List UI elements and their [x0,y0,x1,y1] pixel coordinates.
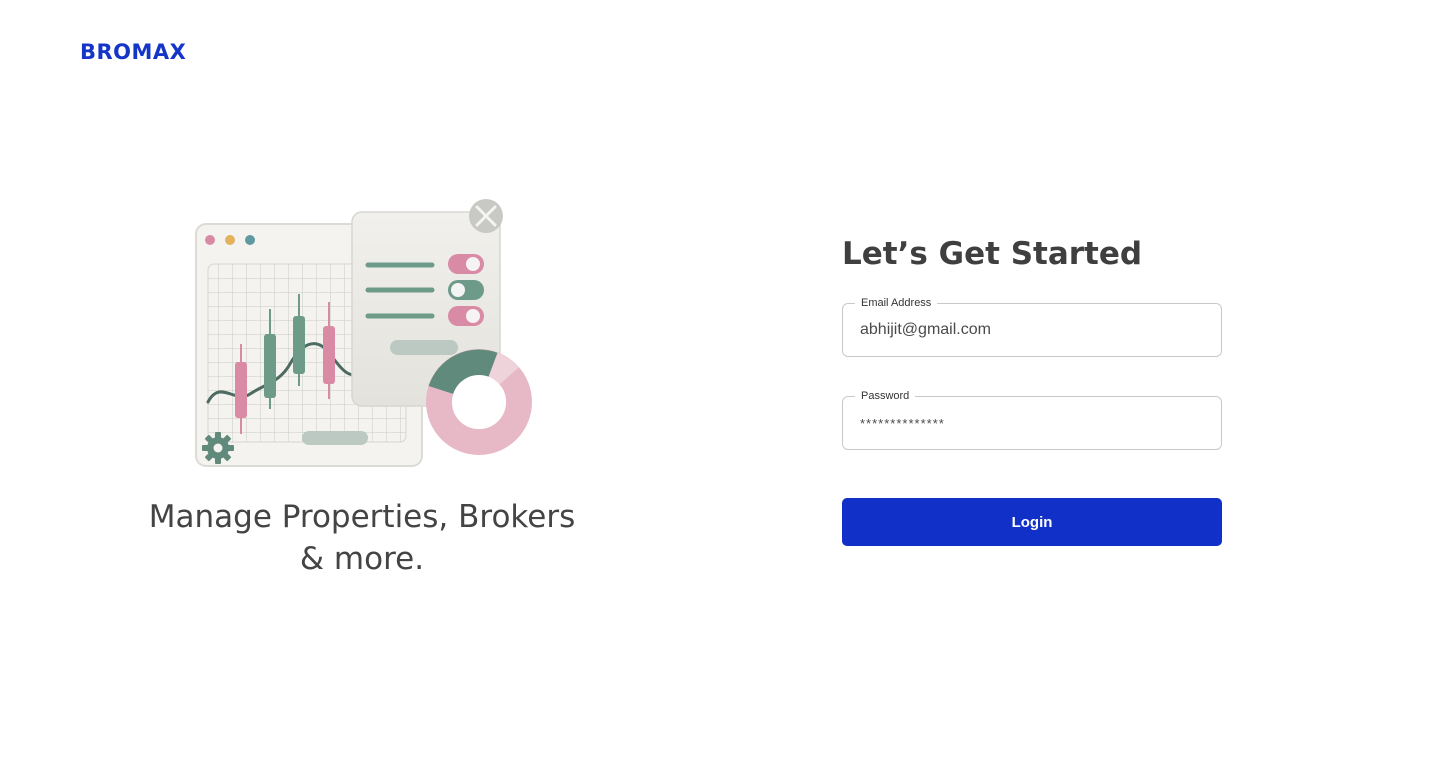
hero-tagline-line2: & more. [299,541,425,577]
brand-logo[interactable]: BROMAX [80,40,186,64]
email-field-container: Email Address [842,296,1222,357]
login-page: BROMAX Manage Properties, Brokers & more… [0,0,1440,780]
hero-tagline-line1: Manage Properties, Brokers [148,499,576,535]
trading-dashboard-illustration [195,199,532,467]
password-field-container: Password [842,389,1222,450]
hero-tagline: Manage Properties, Brokers & more. [112,496,612,580]
form-title: Let’s Get Started [842,236,1143,272]
email-field[interactable] [843,304,1221,356]
login-form: Let’s Get Started Email Address Password… [842,234,1222,546]
login-button[interactable]: Login [842,498,1222,546]
password-field[interactable] [843,397,1221,449]
